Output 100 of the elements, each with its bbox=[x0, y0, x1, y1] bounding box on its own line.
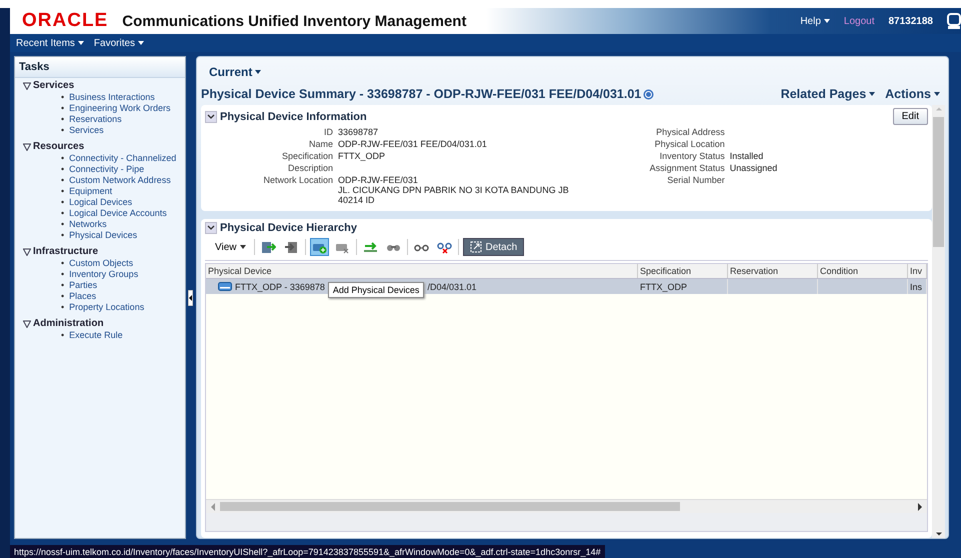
task-group[interactable]: Infrastructure bbox=[23, 246, 185, 257]
detach-icon bbox=[470, 241, 482, 253]
bullet: • bbox=[61, 114, 64, 125]
bullet: • bbox=[61, 197, 64, 208]
bullet: • bbox=[61, 280, 64, 291]
caret-icon bbox=[869, 92, 876, 96]
toolbar-button[interactable] bbox=[310, 238, 328, 256]
field-label: Assignment Status bbox=[648, 163, 725, 173]
task-link[interactable]: Logical Device Accounts bbox=[69, 208, 167, 219]
task-link[interactable]: Custom Network Address bbox=[69, 175, 171, 186]
table-cell: /D04/031.01 bbox=[427, 282, 476, 292]
task-link[interactable]: Places bbox=[69, 291, 96, 302]
task-link[interactable]: Equipment bbox=[69, 186, 112, 197]
bullet: • bbox=[61, 291, 64, 302]
scroll-down-icon[interactable] bbox=[936, 530, 942, 538]
bullet: • bbox=[61, 153, 64, 164]
field-value: Unassigned bbox=[730, 163, 778, 173]
app-title: Communications Unified Inventory Management bbox=[122, 12, 468, 30]
view-menu[interactable]: View bbox=[211, 240, 250, 254]
scroll-right-icon[interactable] bbox=[917, 502, 923, 510]
task-link[interactable]: Parties bbox=[69, 280, 98, 291]
task-group[interactable]: Administration bbox=[23, 318, 185, 329]
bullet: • bbox=[61, 230, 64, 241]
nav-menu[interactable]: Favorites bbox=[94, 38, 144, 48]
task-link[interactable]: Reservations bbox=[69, 114, 122, 125]
oracle-logo: ORACLE bbox=[22, 10, 108, 32]
field-value: ODP-RJW-FEE/031 bbox=[338, 175, 419, 185]
caret-icon bbox=[78, 41, 84, 45]
field-label: ID bbox=[323, 127, 333, 137]
caret-icon bbox=[138, 41, 144, 45]
page-menu[interactable]: Related Pages bbox=[780, 87, 876, 101]
import-icon bbox=[260, 240, 276, 254]
nav-menu[interactable]: Recent Items bbox=[16, 38, 84, 48]
caret-icon bbox=[934, 92, 940, 96]
bullet: • bbox=[61, 92, 64, 103]
unlink-icon bbox=[436, 240, 452, 254]
horizontal-scrollbar[interactable] bbox=[206, 499, 927, 513]
bullet: • bbox=[61, 186, 64, 197]
bullet: • bbox=[61, 219, 64, 230]
task-link[interactable]: Inventory Groups bbox=[69, 269, 138, 280]
task-group[interactable]: Services bbox=[23, 80, 185, 91]
field-value: FTTX_ODP bbox=[338, 151, 386, 161]
caret-icon bbox=[240, 245, 246, 249]
caret-icon bbox=[824, 19, 830, 23]
bullet: • bbox=[61, 258, 64, 269]
arrow-icon bbox=[362, 240, 378, 254]
task-link[interactable]: Custom Objects bbox=[69, 258, 134, 269]
edit-button[interactable]: Edit bbox=[892, 108, 928, 125]
task-link[interactable]: Connectivity - Channelized bbox=[69, 153, 176, 164]
help-menu[interactable]: Help bbox=[800, 16, 830, 26]
bullet: • bbox=[61, 330, 64, 341]
device-icon bbox=[218, 282, 232, 291]
tasks-title: Tasks bbox=[15, 57, 185, 78]
task-link[interactable]: Execute Rule bbox=[69, 330, 123, 341]
column-header[interactable]: Specification bbox=[638, 264, 728, 278]
task-group[interactable]: Resources bbox=[23, 141, 185, 152]
caret-icon bbox=[255, 70, 262, 74]
task-link[interactable]: Property Locations bbox=[69, 302, 144, 313]
column-header[interactable]: Physical Device bbox=[206, 264, 638, 278]
vertical-scrollbar[interactable] bbox=[932, 105, 945, 538]
field-label: Name bbox=[308, 139, 333, 149]
column-header[interactable]: Reservation bbox=[728, 264, 818, 278]
task-link[interactable]: Networks bbox=[69, 219, 107, 230]
column-header[interactable]: Inv bbox=[908, 264, 927, 278]
page-menu[interactable]: Actions bbox=[885, 87, 940, 101]
bullet: • bbox=[61, 125, 64, 136]
field-label: Network Location bbox=[262, 175, 333, 187]
field-label: Physical Address bbox=[655, 127, 725, 137]
section-title: Physical Device Information bbox=[220, 110, 368, 122]
disclosure-icon[interactable] bbox=[205, 110, 217, 122]
bullet: • bbox=[61, 164, 64, 175]
disclosure-icon[interactable] bbox=[205, 222, 217, 234]
address-line: 40214 ID bbox=[338, 195, 376, 205]
task-link[interactable]: Services bbox=[69, 125, 104, 136]
section-title: Physical Device Hierarchy bbox=[220, 222, 358, 234]
task-link[interactable]: Business Interactions bbox=[69, 92, 155, 103]
task-link[interactable]: Physical Devices bbox=[69, 230, 138, 241]
field-label: Specification bbox=[280, 151, 333, 161]
field-label: Description bbox=[286, 163, 333, 173]
task-link[interactable]: Engineering Work Orders bbox=[69, 103, 171, 114]
field-label: Physical Location bbox=[654, 139, 725, 149]
export-icon bbox=[284, 240, 298, 254]
collapse-handle-icon[interactable] bbox=[188, 290, 193, 306]
field-label: Inventory Status bbox=[658, 151, 725, 161]
bullet: • bbox=[61, 103, 64, 114]
bullet: • bbox=[61, 302, 64, 313]
logout-link[interactable]: Logout bbox=[844, 16, 874, 26]
task-link[interactable]: Connectivity - Pipe bbox=[69, 164, 144, 175]
task-link[interactable]: Logical Devices bbox=[69, 197, 132, 208]
detach-button[interactable]: Detach bbox=[462, 238, 524, 256]
bullet: • bbox=[61, 175, 64, 186]
field-value: 33698787 bbox=[338, 127, 380, 137]
field-value: Installed bbox=[730, 151, 764, 161]
current-menu[interactable]: Current bbox=[201, 63, 948, 81]
bullet: • bbox=[61, 208, 64, 219]
help-icon[interactable] bbox=[643, 88, 654, 100]
page-title: Physical Device Summary - 33698787 - ODP-RJW-FEE/031 FEE/D04/031.01 bbox=[201, 87, 642, 101]
bullet: • bbox=[61, 269, 64, 280]
tooltip: Add Physical Devices bbox=[328, 282, 424, 298]
column-header[interactable]: Condition bbox=[818, 264, 908, 278]
